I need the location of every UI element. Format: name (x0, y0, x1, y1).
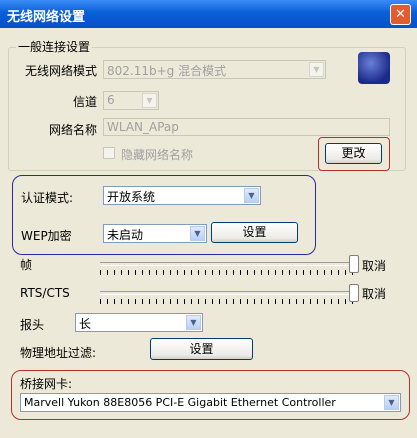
chevron-down-icon: ▼ (309, 62, 324, 77)
channel-value: 6 (107, 93, 115, 107)
channel-select[interactable]: 6 ▼ (103, 91, 159, 110)
wireless-mode-select[interactable]: 802.11b+g 混合模式 ▼ (103, 60, 326, 79)
wep-settings-button[interactable]: 设置 (211, 222, 298, 243)
ssid-label: 网络名称 (49, 123, 98, 137)
preamble-label: 报头 (20, 318, 45, 332)
preamble-value: 长 (79, 317, 92, 331)
rts-slider-track[interactable] (100, 291, 353, 295)
window-title: 无线网络设置 (7, 10, 86, 25)
wireless-mode-label: 无线网络模式 (25, 64, 98, 78)
auth-mode-label: 认证模式: (21, 191, 74, 205)
network-adapter-icon (358, 52, 390, 84)
bridge-value: Marvell Yukon 88E8056 PCI-E Gigabit Ethe… (24, 396, 336, 409)
hide-ssid-label: 隐藏网络名称 (121, 148, 194, 162)
hide-ssid-checkbox[interactable] (103, 147, 115, 159)
mac-filter-label: 物理地址过滤: (20, 346, 97, 360)
close-button[interactable]: ✕ (390, 4, 411, 25)
wep-label: WEP加密 (21, 229, 72, 243)
auth-mode-value: 开放系统 (107, 190, 156, 204)
rts-slider-thumb[interactable] (349, 284, 359, 302)
wep-value: 未启动 (107, 228, 144, 242)
change-button[interactable]: 更改 (325, 143, 382, 164)
frame-label: 帧 (20, 258, 33, 272)
ssid-value: WLAN_APap (107, 120, 179, 134)
wep-select[interactable]: 未启动 ▼ (103, 224, 207, 243)
frame-slider-track[interactable] (100, 262, 353, 266)
general-settings-legend: 一般连接设置 (16, 38, 93, 55)
channel-label: 信道 (73, 95, 98, 109)
wireless-mode-value: 802.11b+g 混合模式 (107, 64, 227, 78)
chevron-down-icon: ▼ (190, 226, 205, 241)
rts-label: RTS/CTS (20, 286, 70, 300)
chevron-down-icon: ▼ (244, 188, 259, 203)
frame-slider-thumb[interactable] (349, 255, 359, 273)
chevron-down-icon: ▼ (142, 93, 157, 108)
rts-cancel-label: 取消 (362, 287, 387, 301)
auth-mode-select[interactable]: 开放系统 ▼ (103, 186, 261, 205)
frame-slider-ticks (100, 270, 355, 275)
close-icon: ✕ (395, 7, 406, 22)
bridge-label: 桥接网卡: (20, 377, 73, 391)
mac-filter-settings-button[interactable]: 设置 (150, 338, 253, 360)
preamble-select[interactable]: 长 ▼ (75, 313, 203, 332)
ssid-field[interactable]: WLAN_APap (103, 118, 390, 136)
chevron-down-icon: ▼ (186, 315, 201, 330)
bridge-select[interactable]: Marvell Yukon 88E8056 PCI-E Gigabit Ethe… (20, 393, 401, 412)
rts-slider-ticks (100, 299, 355, 304)
chevron-down-icon: ▼ (384, 395, 399, 410)
frame-cancel-label: 取消 (362, 259, 387, 273)
